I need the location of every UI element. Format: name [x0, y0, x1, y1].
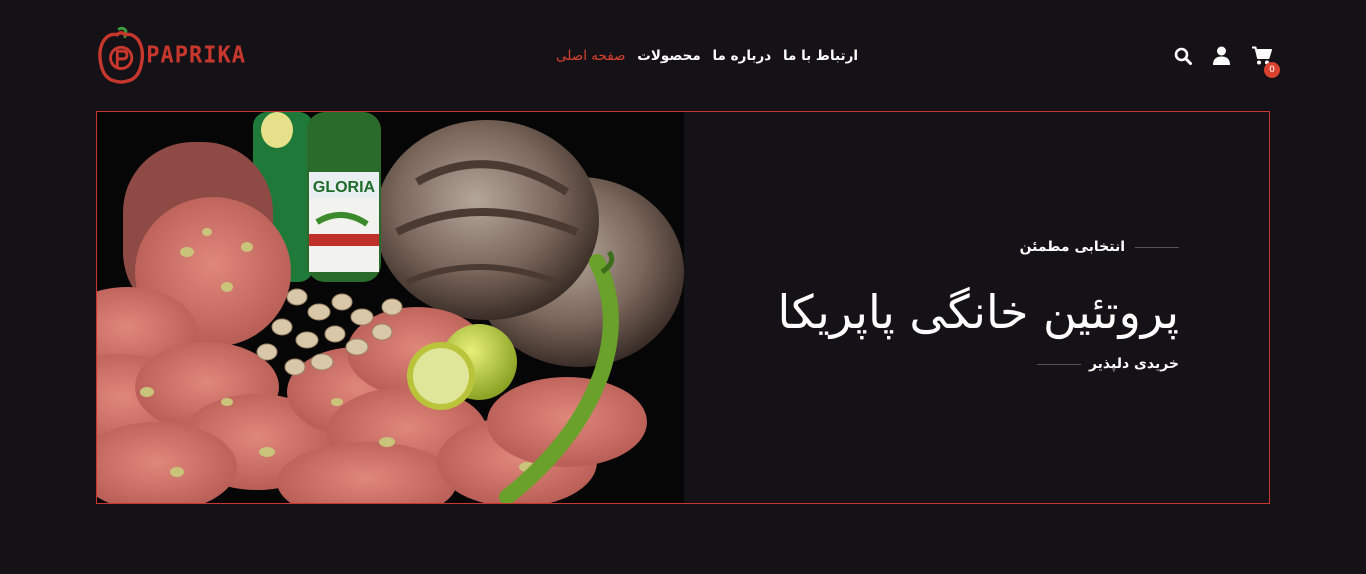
svg-text:GLORIA: GLORIA	[313, 179, 376, 196]
cart-count-badge: 0	[1264, 62, 1280, 78]
nav-item-home[interactable]: صفحه اصلی	[556, 48, 625, 64]
hero-eyebrow-text: انتخابی مطمئن	[1019, 239, 1125, 255]
cta-divider	[1036, 363, 1081, 365]
header-actions: 0	[1172, 44, 1282, 80]
hero-cta-link[interactable]: خریدی دلپذیر	[1036, 356, 1179, 372]
hero-cta-text: خریدی دلپذیر	[1088, 356, 1179, 372]
nav-item-about[interactable]: درباره ما	[712, 48, 771, 64]
hero-content: انتخابی مطمئن پروتئین خانگی پاپریکا خرید…	[699, 112, 1179, 503]
site-header: PAPRIKA صفحه اصلی محصولات درباره ما ارتب…	[0, 0, 1366, 110]
hero-title: پروتئین خانگی پاپریکا	[777, 285, 1179, 339]
nav-item-products[interactable]: محصولات	[637, 48, 700, 64]
meat-products-photo: GLORIA	[97, 112, 684, 503]
hero-banner: GLORIA انتخابی مطمئن پروتئین خانگی پاپری…	[96, 111, 1270, 504]
main-nav: صفحه اصلی محصولات درباره ما ارتباط با ما	[556, 44, 858, 68]
nav-item-contact[interactable]: ارتباط با ما	[783, 48, 858, 64]
search-icon[interactable]	[1174, 47, 1192, 65]
brand-name: PAPRIKA	[146, 41, 246, 69]
eyebrow-divider	[1135, 246, 1179, 248]
pepper-logo-icon	[98, 26, 145, 84]
user-icon[interactable]	[1213, 46, 1230, 65]
hero-illustration: GLORIA	[97, 112, 684, 503]
hero-eyebrow: انتخابی مطمئن	[1020, 239, 1179, 255]
brand-logo[interactable]: PAPRIKA	[96, 24, 246, 86]
